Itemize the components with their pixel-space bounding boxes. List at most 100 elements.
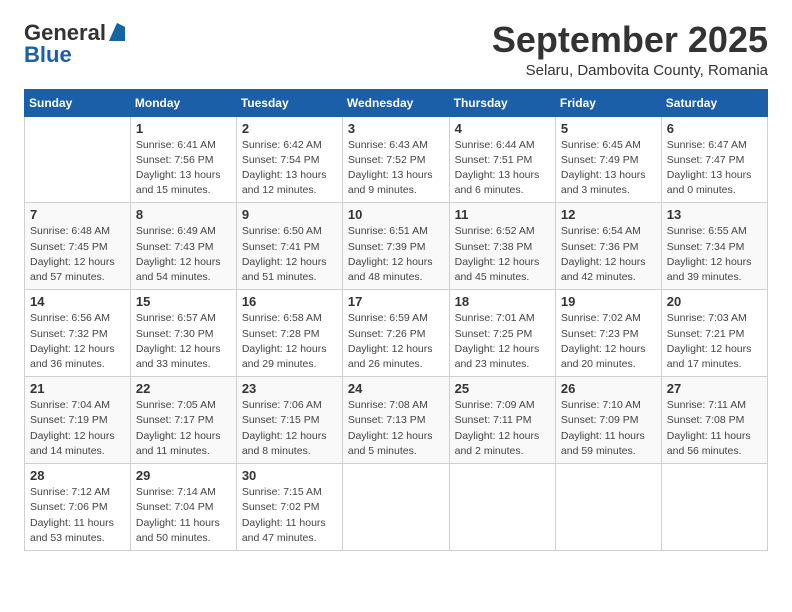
col-saturday: Saturday (661, 89, 767, 116)
calendar-week-row: 14 Sunrise: 6:56 AMSunset: 7:32 PMDayligh… (25, 290, 768, 377)
day-number: 23 (242, 381, 337, 396)
day-number: 17 (348, 294, 444, 309)
day-number: 22 (136, 381, 231, 396)
col-wednesday: Wednesday (342, 89, 449, 116)
calendar-cell: 12 Sunrise: 6:54 AMSunset: 7:36 PMDayligh… (555, 203, 661, 290)
calendar-table: Sunday Monday Tuesday Wednesday Thursday… (24, 89, 768, 551)
calendar-cell: 24 Sunrise: 7:08 AMSunset: 7:13 PMDayligh… (342, 377, 449, 464)
calendar-cell: 10Sunrise: 6:51 AMSunset: 7:39 PMDayligh… (342, 203, 449, 290)
calendar-cell: 3Sunrise: 6:43 AMSunset: 7:52 PMDaylight… (342, 116, 449, 203)
calendar-cell: 28 Sunrise: 7:12 AMSunset: 7:06 PMDayligh… (25, 464, 131, 551)
calendar-week-row: 21 Sunrise: 7:04 AMSunset: 7:19 PMDayligh… (25, 377, 768, 464)
day-number: 21 (30, 381, 125, 396)
header-row: Sunday Monday Tuesday Wednesday Thursday… (25, 89, 768, 116)
day-info: Sunrise: 7:05 AMSunset: 7:17 PMDaylight:… (136, 398, 231, 459)
day-number: 12 (561, 207, 656, 222)
calendar-cell: 6Sunrise: 6:47 AMSunset: 7:47 PMDaylight… (661, 116, 767, 203)
day-info: Sunrise: 7:08 AMSunset: 7:13 PMDaylight:… (348, 398, 444, 459)
day-info: Sunrise: 6:52 AMSunset: 7:38 PMDaylight:… (455, 224, 550, 285)
day-info: Sunrise: 7:04 AMSunset: 7:19 PMDaylight:… (30, 398, 125, 459)
calendar-cell: 14 Sunrise: 6:56 AMSunset: 7:32 PMDayligh… (25, 290, 131, 377)
day-info: Sunrise: 6:48 AMSunset: 7:45 PMDaylight:… (30, 224, 125, 285)
page-header: General Blue September 2025 Selaru, Damb… (24, 20, 768, 79)
calendar-cell: 5Sunrise: 6:45 AMSunset: 7:49 PMDaylight… (555, 116, 661, 203)
calendar-week-row: 1 Sunrise: 6:41 AMSunset: 7:56 PMDaylight… (25, 116, 768, 203)
calendar-cell: 22 Sunrise: 7:05 AMSunset: 7:17 PMDayligh… (130, 377, 236, 464)
col-friday: Friday (555, 89, 661, 116)
day-info: Sunrise: 6:49 AMSunset: 7:43 PMDaylight:… (136, 224, 231, 285)
col-thursday: Thursday (449, 89, 555, 116)
day-info: Sunrise: 6:56 AMSunset: 7:32 PMDaylight:… (30, 311, 125, 372)
calendar-cell: 4 Sunrise: 6:44 AMSunset: 7:51 PMDaylight… (449, 116, 555, 203)
day-number: 13 (667, 207, 762, 222)
day-info: Sunrise: 6:44 AMSunset: 7:51 PMDaylight:… (455, 138, 550, 199)
day-info: Sunrise: 7:12 AMSunset: 7:06 PMDaylight:… (30, 485, 125, 546)
day-number: 4 (455, 121, 550, 136)
calendar-cell: 17 Sunrise: 6:59 AMSunset: 7:26 PMDayligh… (342, 290, 449, 377)
day-number: 28 (30, 468, 125, 483)
calendar-cell: 1 Sunrise: 6:41 AMSunset: 7:56 PMDaylight… (130, 116, 236, 203)
day-info: Sunrise: 6:55 AMSunset: 7:34 PMDaylight:… (667, 224, 762, 285)
day-info: Sunrise: 6:50 AMSunset: 7:41 PMDaylight:… (242, 224, 337, 285)
day-info: Sunrise: 7:14 AMSunset: 7:04 PMDaylight:… (136, 485, 231, 546)
calendar-cell: 11 Sunrise: 6:52 AMSunset: 7:38 PMDayligh… (449, 203, 555, 290)
calendar-cell (661, 464, 767, 551)
day-number: 18 (455, 294, 550, 309)
title-block: September 2025 Selaru, Dambovita County,… (492, 20, 768, 79)
day-info: Sunrise: 6:57 AMSunset: 7:30 PMDaylight:… (136, 311, 231, 372)
logo-blue: Blue (24, 42, 72, 68)
day-info: Sunrise: 7:09 AMSunset: 7:11 PMDaylight:… (455, 398, 550, 459)
day-info: Sunrise: 7:03 AMSunset: 7:21 PMDaylight:… (667, 311, 762, 372)
day-info: Sunrise: 7:11 AMSunset: 7:08 PMDaylight:… (667, 398, 762, 459)
day-info: Sunrise: 6:42 AMSunset: 7:54 PMDaylight:… (242, 138, 337, 199)
day-number: 30 (242, 468, 337, 483)
day-info: Sunrise: 6:41 AMSunset: 7:56 PMDaylight:… (136, 138, 231, 199)
calendar-cell: 30Sunrise: 7:15 AMSunset: 7:02 PMDayligh… (236, 464, 342, 551)
calendar-cell: 27Sunrise: 7:11 AMSunset: 7:08 PMDayligh… (661, 377, 767, 464)
day-info: Sunrise: 6:51 AMSunset: 7:39 PMDaylight:… (348, 224, 444, 285)
calendar-week-row: 28 Sunrise: 7:12 AMSunset: 7:06 PMDayligh… (25, 464, 768, 551)
day-number: 14 (30, 294, 125, 309)
calendar-cell: 15 Sunrise: 6:57 AMSunset: 7:30 PMDayligh… (130, 290, 236, 377)
day-number: 19 (561, 294, 656, 309)
col-monday: Monday (130, 89, 236, 116)
day-number: 8 (136, 207, 231, 222)
col-sunday: Sunday (25, 89, 131, 116)
day-number: 25 (455, 381, 550, 396)
calendar-week-row: 7Sunrise: 6:48 AMSunset: 7:45 PMDaylight… (25, 203, 768, 290)
col-tuesday: Tuesday (236, 89, 342, 116)
day-info: Sunrise: 6:54 AMSunset: 7:36 PMDaylight:… (561, 224, 656, 285)
day-number: 11 (455, 207, 550, 222)
calendar-cell: 21 Sunrise: 7:04 AMSunset: 7:19 PMDayligh… (25, 377, 131, 464)
calendar-cell: 16Sunrise: 6:58 AMSunset: 7:28 PMDayligh… (236, 290, 342, 377)
day-info: Sunrise: 7:01 AMSunset: 7:25 PMDaylight:… (455, 311, 550, 372)
calendar-cell: 7Sunrise: 6:48 AMSunset: 7:45 PMDaylight… (25, 203, 131, 290)
day-number: 20 (667, 294, 762, 309)
day-info: Sunrise: 6:45 AMSunset: 7:49 PMDaylight:… (561, 138, 656, 199)
day-number: 3 (348, 121, 444, 136)
calendar-cell: 18 Sunrise: 7:01 AMSunset: 7:25 PMDayligh… (449, 290, 555, 377)
day-number: 1 (136, 121, 231, 136)
day-number: 15 (136, 294, 231, 309)
calendar-cell (25, 116, 131, 203)
calendar-cell: 19 Sunrise: 7:02 AMSunset: 7:23 PMDayligh… (555, 290, 661, 377)
calendar-cell (555, 464, 661, 551)
calendar-cell: 8 Sunrise: 6:49 AMSunset: 7:43 PMDaylight… (130, 203, 236, 290)
calendar-cell: 2Sunrise: 6:42 AMSunset: 7:54 PMDaylight… (236, 116, 342, 203)
day-number: 29 (136, 468, 231, 483)
logo: General Blue (24, 20, 125, 68)
day-info: Sunrise: 7:06 AMSunset: 7:15 PMDaylight:… (242, 398, 337, 459)
calendar-cell: 29 Sunrise: 7:14 AMSunset: 7:04 PMDayligh… (130, 464, 236, 551)
day-info: Sunrise: 6:47 AMSunset: 7:47 PMDaylight:… (667, 138, 762, 199)
day-info: Sunrise: 7:10 AMSunset: 7:09 PMDaylight:… (561, 398, 656, 459)
month-title: September 2025 (492, 20, 768, 60)
calendar-cell: 26 Sunrise: 7:10 AMSunset: 7:09 PMDayligh… (555, 377, 661, 464)
day-number: 26 (561, 381, 656, 396)
calendar-cell (342, 464, 449, 551)
calendar-cell: 9Sunrise: 6:50 AMSunset: 7:41 PMDaylight… (236, 203, 342, 290)
calendar-cell: 23 Sunrise: 7:06 AMSunset: 7:15 PMDayligh… (236, 377, 342, 464)
calendar-cell: 25 Sunrise: 7:09 AMSunset: 7:11 PMDayligh… (449, 377, 555, 464)
day-number: 24 (348, 381, 444, 396)
day-info: Sunrise: 7:02 AMSunset: 7:23 PMDaylight:… (561, 311, 656, 372)
day-info: Sunrise: 6:59 AMSunset: 7:26 PMDaylight:… (348, 311, 444, 372)
